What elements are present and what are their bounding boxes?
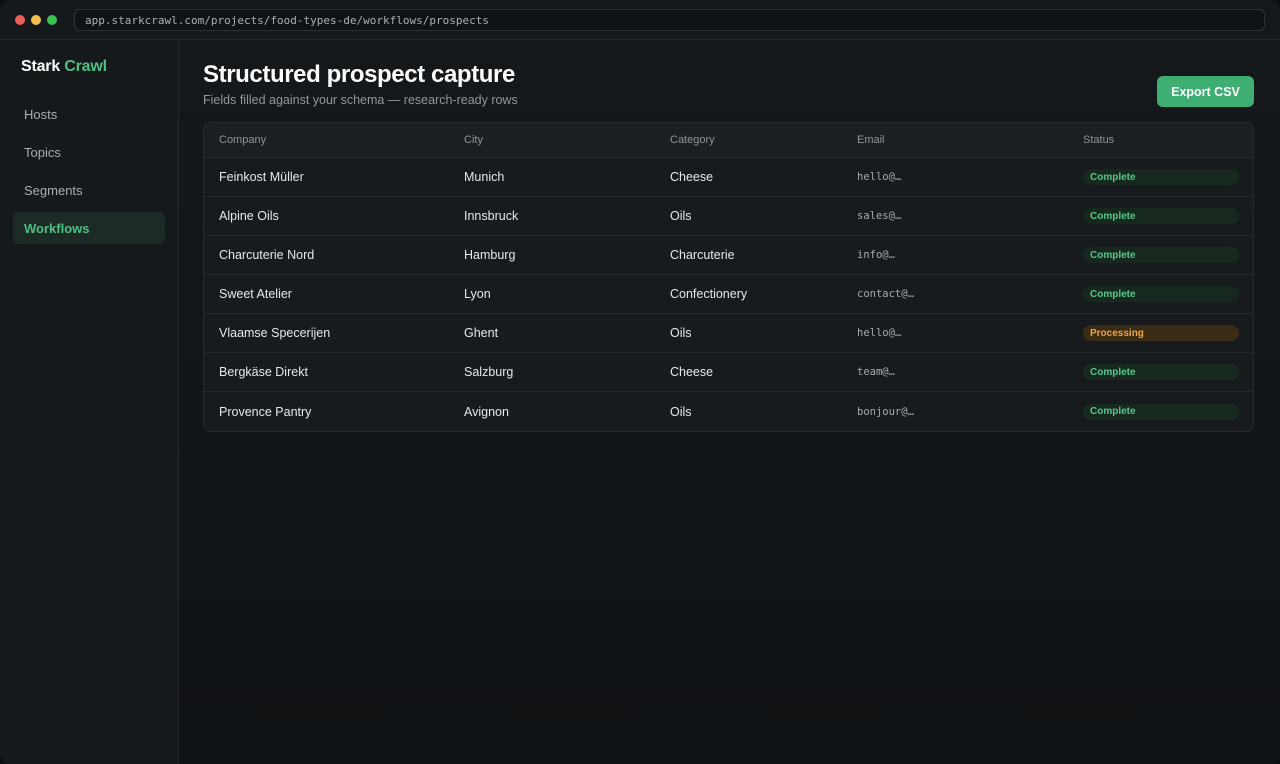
app-window: app.starkcrawl.com/projects/food-types-d… — [0, 0, 1280, 764]
column-header-city[interactable]: City — [464, 134, 483, 146]
export-csv-button[interactable]: Export CSV — [1157, 76, 1254, 107]
category-cell: Cheese — [670, 365, 714, 379]
email-cell: bonjour@… — [857, 405, 914, 418]
city-cell: Innsbruck — [464, 209, 519, 223]
title-bar: app.starkcrawl.com/projects/food-types-d… — [0, 0, 1280, 40]
status-badge: Complete — [1083, 403, 1239, 420]
address-bar[interactable]: app.starkcrawl.com/projects/food-types-d… — [74, 9, 1265, 31]
status-badge: Complete — [1083, 364, 1239, 380]
url-text: app.starkcrawl.com/projects/food-types-d… — [85, 13, 489, 27]
company-cell: Alpine Oils — [219, 209, 279, 223]
email-cell: sales@… — [857, 210, 902, 222]
page-subtitle: Fields filled against your schema — rese… — [203, 93, 518, 107]
email-cell: team@… — [857, 366, 895, 378]
sidebar-item-label: Hosts — [24, 106, 58, 122]
page-title: Structured prospect capture — [203, 61, 515, 88]
company-cell: Charcuterie Nord — [219, 248, 315, 262]
category-cell: Oils — [670, 209, 692, 223]
company-cell: Bergkäse Direkt — [219, 365, 308, 379]
brand-logo[interactable]: Stark Crawl — [21, 58, 107, 76]
company-cell: Provence Pantry — [219, 404, 312, 419]
company-cell: Vlaamse Specerijen — [219, 326, 331, 340]
close-window-dot[interactable] — [15, 14, 25, 25]
table-row[interactable]: Charcuterie Nord Hamburg Charcuterie inf… — [204, 236, 1253, 275]
table-row[interactable]: Vlaamse Specerijen Ghent Oils hello@… Pr… — [204, 314, 1253, 353]
status-badge: Complete — [1083, 286, 1239, 302]
sidebar-item-label: Segments — [24, 182, 83, 198]
category-cell: Oils — [670, 326, 692, 340]
city-cell: Avignon — [464, 404, 509, 419]
city-cell: Hamburg — [464, 248, 516, 262]
sidebar-nav: Hosts Topics Segments Workflows — [13, 98, 165, 250]
sidebar-item-topics[interactable]: Topics — [13, 136, 165, 168]
table-row[interactable]: Bergkäse Direkt Salzburg Cheese team@… C… — [204, 353, 1253, 392]
company-cell: Feinkost Müller — [219, 170, 304, 184]
sidebar: Stark Crawl Hosts Topics Segments Workfl… — [0, 40, 179, 764]
status-badge: Complete — [1083, 169, 1239, 185]
brand-name-part2: Crawl — [64, 58, 107, 75]
table-row[interactable]: Provence Pantry Avignon Oils bonjour@… C… — [204, 392, 1253, 431]
table-row[interactable]: Alpine Oils Innsbruck Oils sales@… Compl… — [204, 197, 1253, 236]
email-cell: contact@… — [857, 288, 914, 300]
city-cell: Salzburg — [464, 365, 514, 379]
sidebar-item-label: Workflows — [24, 220, 90, 236]
column-header-status[interactable]: Status — [1083, 134, 1114, 146]
category-cell: Oils — [670, 404, 692, 419]
table-row[interactable]: Feinkost Müller Munich Cheese hello@… Co… — [204, 158, 1253, 197]
company-cell: Sweet Atelier — [219, 287, 292, 301]
table-header: Company City Category Email Status — [204, 123, 1253, 158]
email-cell: info@… — [857, 249, 895, 261]
status-badge: Complete — [1083, 208, 1239, 224]
table-row[interactable]: Sweet Atelier Lyon Confectionery contact… — [204, 275, 1253, 314]
status-badge: Processing — [1083, 325, 1239, 341]
sidebar-item-workflows[interactable]: Workflows — [13, 212, 165, 244]
prospects-table: Company City Category Email Status Feink… — [203, 122, 1254, 432]
category-cell: Charcuterie — [670, 248, 735, 262]
maximize-window-dot[interactable] — [47, 14, 57, 25]
category-cell: Cheese — [670, 170, 714, 184]
city-cell: Munich — [464, 170, 505, 184]
email-cell: hello@… — [857, 171, 902, 183]
city-cell: Lyon — [464, 287, 491, 301]
sidebar-item-hosts[interactable]: Hosts — [13, 98, 165, 130]
column-header-company[interactable]: Company — [219, 134, 266, 146]
column-header-email[interactable]: Email — [857, 134, 885, 146]
column-header-category[interactable]: Category — [670, 134, 715, 146]
status-badge: Complete — [1083, 247, 1239, 263]
main-content: Structured prospect capture Fields fille… — [179, 40, 1280, 764]
minimize-window-dot[interactable] — [31, 14, 41, 25]
category-cell: Confectionery — [670, 287, 748, 301]
city-cell: Ghent — [464, 326, 499, 340]
sidebar-item-segments[interactable]: Segments — [13, 174, 165, 206]
brand-name-part1: Stark — [21, 58, 61, 75]
sidebar-item-label: Topics — [24, 144, 61, 160]
email-cell: hello@… — [857, 327, 902, 339]
